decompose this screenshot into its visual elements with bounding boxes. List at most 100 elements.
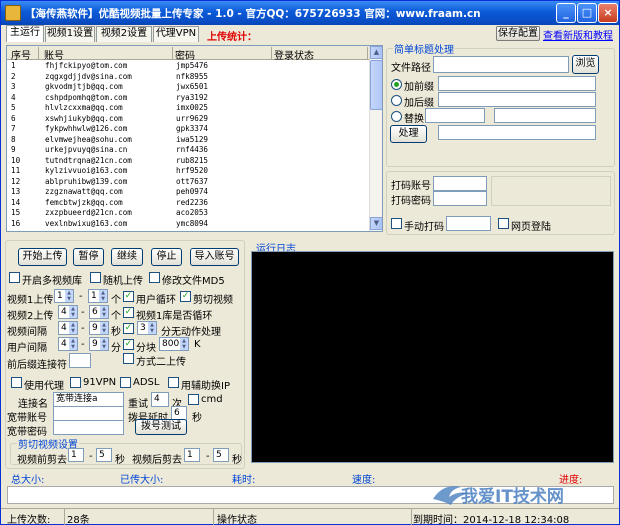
multi-lib-checkbox[interactable]: [9, 272, 20, 283]
table-row[interactable]: 12 ablpruhibw@139.com ott7637: [7, 177, 371, 188]
col-account[interactable]: 账号: [44, 47, 64, 62]
run-log-panel[interactable]: [251, 251, 614, 463]
process-input[interactable]: [438, 125, 596, 140]
spin-arrows-icon[interactable]: ▲ ▼: [69, 322, 77, 334]
tab-video1-settings[interactable]: 视频1设置: [45, 26, 95, 42]
scroll-down-icon[interactable]: ▼: [370, 217, 382, 230]
table-row[interactable]: 1 fhjfckipyo@tom.com jmp5476: [7, 61, 371, 72]
suffix-radio[interactable]: [391, 95, 402, 106]
manual-captcha-input[interactable]: [446, 216, 491, 231]
conn-name-input[interactable]: 宽带连接a: [53, 392, 124, 407]
table-scrollbar[interactable]: ▲ ▼: [369, 46, 382, 231]
bb-password-input[interactable]: [53, 420, 124, 435]
resume-button[interactable]: 继续: [111, 248, 143, 266]
import-accounts-button[interactable]: 导入账号: [190, 248, 239, 266]
adsl-checkbox[interactable]: [120, 377, 131, 388]
use-proxy-checkbox[interactable]: [11, 377, 22, 388]
table-row[interactable]: 7 fykpwhhwlw@126.com gpk3374: [7, 124, 371, 135]
scroll-thumb[interactable]: [370, 60, 382, 110]
spin-arrows-icon[interactable]: ▲ ▼: [99, 290, 107, 302]
prefix-radio[interactable]: [391, 79, 402, 90]
table-row[interactable]: 14 femcbtwjzk@qq.com red2236: [7, 198, 371, 209]
tab-proxy-vpn[interactable]: 代理VPN: [153, 26, 199, 42]
table-row[interactable]: 11 kylzivvuoi@163.com hrf9520: [7, 166, 371, 177]
spin-arrows-icon[interactable]: ▲ ▼: [65, 290, 73, 302]
back-cut-to-input[interactable]: 5: [213, 448, 229, 462]
video2-to-spinner[interactable]: 6 ▲ ▼: [89, 305, 109, 319]
browse-button[interactable]: 浏览: [572, 55, 599, 74]
spin-arrows-icon[interactable]: ▲ ▼: [148, 322, 156, 334]
save-config-button[interactable]: 保存配置: [496, 26, 540, 41]
spin-arrows-icon[interactable]: ▲ ▼: [100, 338, 108, 350]
no-action-spinner[interactable]: 3 ▲ ▼: [137, 321, 157, 335]
manual-captcha-checkbox[interactable]: [391, 218, 402, 229]
user-loop-checkbox[interactable]: ✓: [123, 291, 134, 302]
user-interval-from-spinner[interactable]: 4 ▲ ▼: [58, 337, 78, 351]
spin-arrows-icon[interactable]: ▲ ▼: [180, 338, 188, 350]
front-cut-to-input[interactable]: 5: [96, 448, 112, 462]
modify-md5-checkbox[interactable]: [149, 272, 160, 283]
table-row[interactable]: 4 cshpdpomhq@tom.com rya3192: [7, 93, 371, 104]
video1-from-spinner[interactable]: 1 ▲ ▼: [54, 289, 74, 303]
check-update-link[interactable]: 查看新版和教程: [543, 27, 613, 42]
retry-input[interactable]: 4: [151, 392, 169, 407]
account-table[interactable]: 序号 账号 密码 登录状态 1 fhjfckipyo@tom.com jmp5476…: [6, 45, 383, 232]
suffix-input[interactable]: [438, 92, 596, 107]
prefix-connector-input[interactable]: [69, 353, 91, 368]
video1-to-spinner[interactable]: 1 ▲ ▼: [88, 289, 108, 303]
captcha-account-input[interactable]: [433, 176, 487, 191]
spin-arrows-icon[interactable]: ▲ ▼: [100, 306, 108, 318]
back-cut-from-input[interactable]: 1: [184, 448, 200, 462]
table-row[interactable]: 9 urkejpvuyq@sina.cn rnf4436: [7, 145, 371, 156]
table-row[interactable]: 3 gkvodmjtjb@qq.com jwx6501: [7, 82, 371, 93]
maximize-button[interactable]: □: [577, 3, 597, 23]
aux-ip-checkbox[interactable]: [168, 377, 179, 388]
minimize-button[interactable]: _: [556, 3, 576, 23]
pause-button[interactable]: 暂停: [73, 248, 104, 266]
video-interval-from-spinner[interactable]: 4 ▲ ▼: [58, 321, 78, 335]
tab-main-run[interactable]: 主运行: [6, 25, 44, 42]
tab-video2-settings[interactable]: 视频2设置: [96, 26, 152, 42]
col-password[interactable]: 密码: [175, 47, 195, 62]
close-button[interactable]: ×: [598, 3, 618, 23]
prefix-input[interactable]: [438, 76, 596, 91]
process-button[interactable]: 处理: [390, 125, 427, 143]
replace-from-input[interactable]: [425, 108, 485, 123]
spin-arrows-icon[interactable]: ▲ ▼: [69, 338, 77, 350]
video2-from-spinner[interactable]: 4 ▲ ▼: [58, 305, 78, 319]
table-row[interactable]: 16 vexlnbwixu@163.com ymc8094: [7, 219, 371, 230]
cmd-checkbox[interactable]: [188, 394, 199, 405]
cut-video-checkbox[interactable]: ✓: [180, 291, 191, 302]
start-upload-button[interactable]: 开始上传: [18, 248, 67, 266]
user-interval-to-spinner[interactable]: 9 ▲ ▼: [89, 337, 109, 351]
scroll-up-icon[interactable]: ▲: [370, 46, 382, 59]
table-row[interactable]: 8 elvmwejhea@sohu.com iwa5129: [7, 135, 371, 146]
vpn91-checkbox[interactable]: [70, 377, 81, 388]
mode2-checkbox[interactable]: [123, 353, 134, 364]
table-row[interactable]: 15 zxzpbueerd@21cn.com aco2053: [7, 208, 371, 219]
captcha-password-input[interactable]: [433, 191, 487, 206]
col-index[interactable]: 序号: [11, 47, 31, 62]
replace-to-input[interactable]: [494, 108, 596, 123]
spin-arrows-icon[interactable]: ▲ ▼: [69, 306, 77, 318]
table-row[interactable]: 2 zqgxgdjjdv@sina.com nfk8955: [7, 72, 371, 83]
bb-account-input[interactable]: [53, 406, 124, 421]
video-interval-to-spinner[interactable]: 9 ▲ ▼: [89, 321, 109, 335]
replace-radio[interactable]: [391, 111, 402, 122]
table-row[interactable]: 6 xswhjiukyb@qq.com urr9629: [7, 114, 371, 125]
spin-arrows-icon[interactable]: ▲ ▼: [100, 322, 108, 334]
file-path-input[interactable]: [433, 56, 569, 73]
random-upload-checkbox[interactable]: [90, 272, 101, 283]
front-cut-from-input[interactable]: 1: [68, 448, 84, 462]
dial-test-button[interactable]: 拨号测试: [135, 419, 187, 435]
table-row[interactable]: 5 hlvlzcxxma@qq.com imx0025: [7, 103, 371, 114]
table-row[interactable]: 10 tutndtrqna@21cn.com rub8215: [7, 156, 371, 167]
chunk-checkbox[interactable]: ✓: [123, 339, 134, 350]
no-action-checkbox[interactable]: ✓: [123, 323, 134, 334]
chunk-size-spinner[interactable]: 800 ▲ ▼: [159, 337, 189, 351]
col-login-status[interactable]: 登录状态: [274, 47, 314, 62]
video1-lib-loop-checkbox[interactable]: ✓: [123, 307, 134, 318]
web-login-checkbox[interactable]: [498, 218, 509, 229]
table-row[interactable]: 13 zzgznawatt@qq.com peh0974: [7, 187, 371, 198]
stop-button[interactable]: 停止: [151, 248, 182, 266]
